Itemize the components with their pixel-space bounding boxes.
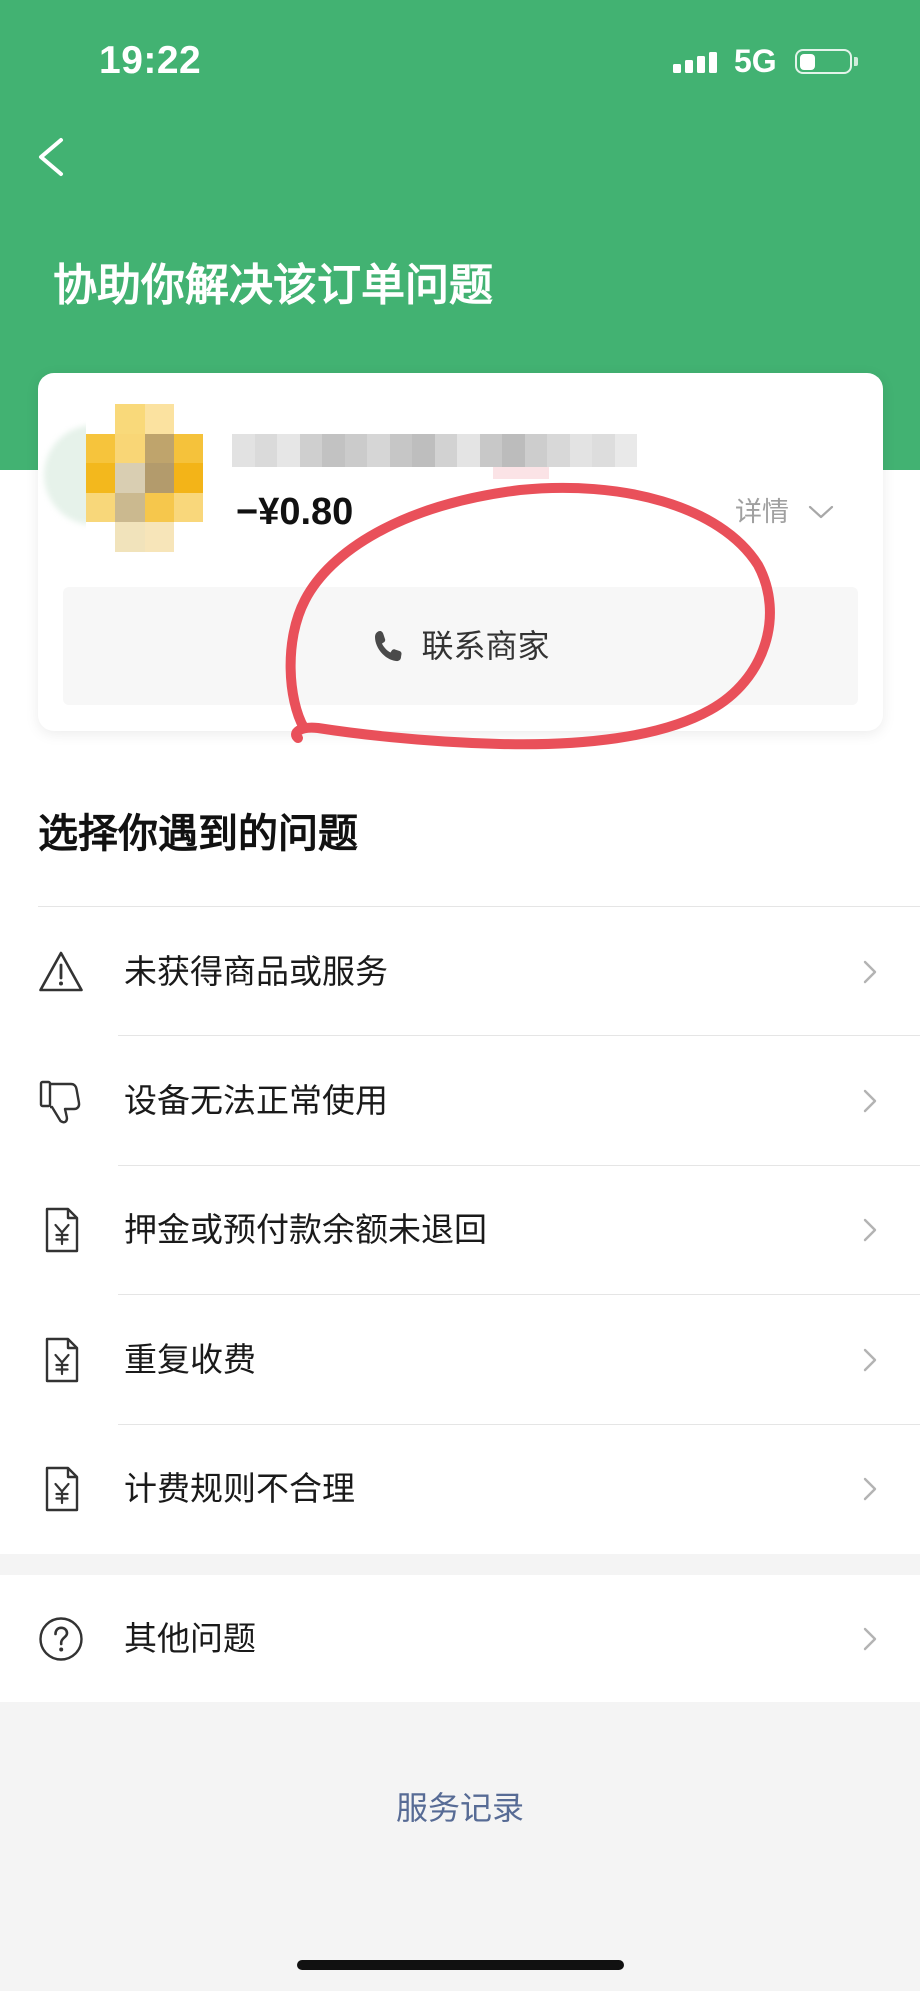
chevron-right-icon [862,959,878,985]
problem-label: 重复收费 [124,1340,256,1378]
warning-icon [38,948,84,996]
chevron-right-icon [862,1347,878,1373]
yuan-document-icon [38,1206,84,1254]
problem-item[interactable]: 计费规则不合理 [0,1424,920,1554]
question-circle-icon [38,1615,84,1663]
problem-label: 设备无法正常使用 [124,1082,388,1120]
chevron-down-icon [808,505,834,519]
yuan-document-icon [38,1336,84,1384]
signal-icon [673,50,719,73]
contact-merchant-label: 联系商家 [421,628,550,664]
problems-heading: 选择你遇到的问题 [38,812,358,856]
merchant-name-redacted [232,434,637,467]
problem-label: 未获得商品或服务 [124,952,388,990]
problem-label: 计费规则不合理 [124,1470,355,1508]
phone-icon [375,631,403,662]
service-records-link[interactable]: 服务记录 [360,1788,560,1828]
details-toggle[interactable]: 详情 [735,496,835,528]
back-button[interactable] [30,130,74,184]
signal-bar [697,56,705,73]
chevron-right-icon [862,1217,878,1243]
network-type: 5G [734,43,777,79]
problem-item[interactable]: 押金或预付款余额未退回 [0,1165,920,1296]
page-title: 协助你解决该订单问题 [53,261,493,310]
battery-fill [799,53,816,70]
back-chevron-icon [39,138,63,176]
problem-item[interactable]: 未获得商品或服务 [0,907,920,1037]
yuan-document-icon [38,1465,84,1513]
chevron-right-icon [862,1476,878,1502]
chevron-right-icon [862,1088,878,1114]
merchant-name-redacted-tint [493,467,549,479]
order-amount: −¥0.80 [236,491,354,533]
contact-merchant-button[interactable]: 联系商家 [63,587,858,705]
problem-list: 未获得商品或服务 设备无法正常使用 押金或预付款余额未退回 重复收费 计费规则不… [0,907,920,1554]
signal-bar [685,60,693,73]
other-problem-item[interactable]: 其他问题 [0,1575,920,1702]
home-indicator [297,1960,624,1970]
signal-bar [673,64,681,73]
footer-area [0,1702,920,1991]
details-label: 详情 [735,497,789,527]
problem-item[interactable]: 设备无法正常使用 [0,1036,920,1167]
merchant-avatar [86,404,203,552]
problem-item[interactable]: 重复收费 [0,1295,920,1425]
signal-bar [709,52,717,73]
battery-icon [795,49,852,74]
other-problem-label: 其他问题 [124,1619,256,1657]
thumbs-down-icon [38,1077,84,1125]
chevron-right-icon [862,1626,878,1652]
section-gap [0,1554,920,1575]
order-card: −¥0.80 详情 联系商家 [38,373,883,731]
status-time: 19:22 [99,39,202,82]
battery-nub [854,57,858,66]
problem-label: 押金或预付款余额未退回 [124,1211,487,1249]
